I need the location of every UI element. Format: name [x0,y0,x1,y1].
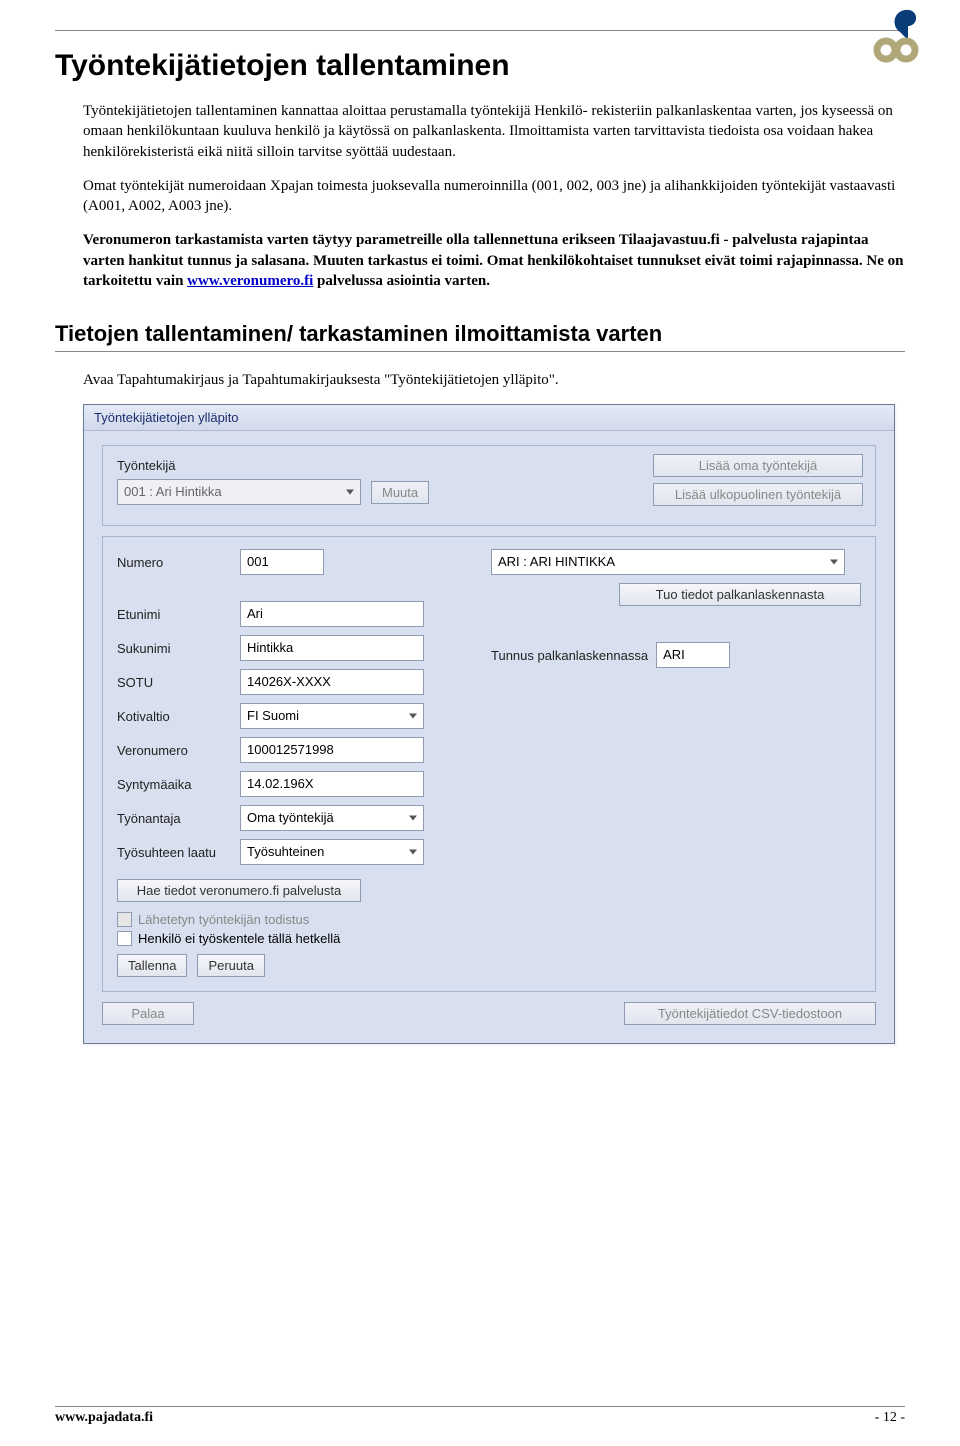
person-select[interactable]: ARI : ARI HINTIKKA [491,549,845,575]
intro-paragraph-1: Työntekijätietojen tallentaminen kannatt… [83,101,905,162]
tyosuhteen-laatu-label: Työsuhteen laatu [117,845,232,860]
numero-field[interactable]: 001 [240,549,324,575]
employee-details-group: Numero 001 Etunimi Ari Sukunimi Hintikka… [102,536,876,992]
tuo-tiedot-button[interactable]: Tuo tiedot palkanlaskennasta [619,583,861,606]
sotu-label: SOTU [117,675,232,690]
syntymaaika-label: Syntymäaika [117,777,232,792]
muuta-button[interactable]: Muuta [371,481,429,504]
window-title: Työntekijätietojen ylläpito [84,405,894,431]
numero-label: Numero [117,555,232,570]
etunimi-label: Etunimi [117,607,232,622]
veronumero-link[interactable]: www.veronumero.fi [187,273,313,289]
intro-paragraph-2: Omat työntekijät numeroidaan Xpajan toim… [83,176,905,217]
header-rule [55,30,905,31]
footer-url: www.pajadata.fi [55,1410,153,1426]
tyonantaja-select[interactable]: Oma työntekijä [240,805,424,831]
app-window: Työntekijätietojen ylläpito Työntekijä 0… [83,404,895,1044]
tyonantaja-label: Työnantaja [117,811,232,826]
veronumero-label: Veronumero [117,743,232,758]
tallenna-button[interactable]: Tallenna [117,954,187,977]
add-external-employee-button[interactable]: Lisää ulkopuolinen työntekijä [653,483,863,506]
tunnus-label: Tunnus palkanlaskennassa [491,648,648,663]
employee-select-group: Työntekijä 001 : Ari Hintikka Muuta Lisä… [102,445,876,526]
footer-page-number: - 12 - [875,1410,905,1426]
veronumero-field[interactable]: 100012571998 [240,737,424,763]
todistus-checkbox [117,912,132,927]
peruuta-button[interactable]: Peruuta [197,954,265,977]
hae-tiedot-button[interactable]: Hae tiedot veronumero.fi palvelusta [117,879,361,902]
ei-tyoskentele-checkbox[interactable] [117,931,132,946]
add-own-employee-button[interactable]: Lisää oma työntekijä [653,454,863,477]
page-title: Työntekijätietojen tallentaminen [55,49,905,83]
subheading-text: Avaa Tapahtumakirjaus ja Tapahtumakirjau… [83,370,905,390]
sukunimi-field[interactable]: Hintikka [240,635,424,661]
palaa-button[interactable]: Palaa [102,1002,194,1025]
sotu-field[interactable]: 14026X-XXXX [240,669,424,695]
ei-tyoskentele-checkbox-label: Henkilö ei työskentele tällä hetkellä [138,931,340,946]
logo [872,8,920,69]
tunnus-field[interactable]: ARI [656,642,730,668]
kotivaltio-label: Kotivaltio [117,709,232,724]
todistus-checkbox-label: Lähetetyn työntekijän todistus [138,912,309,927]
tyosuhteen-laatu-select[interactable]: Työsuhteinen [240,839,424,865]
subheading: Tietojen tallentaminen/ tarkastaminen il… [55,321,905,352]
etunimi-field[interactable]: Ari [240,601,424,627]
intro-paragraph-3: Veronumeron tarkastamista varten täytyy … [83,230,905,291]
syntymaaika-field[interactable]: 14.02.196X [240,771,424,797]
employee-select[interactable]: 001 : Ari Hintikka [117,479,361,505]
sukunimi-label: Sukunimi [117,641,232,656]
kotivaltio-select[interactable]: FI Suomi [240,703,424,729]
intro-paragraph-3b: palvelussa asiointia varten. [313,273,490,289]
csv-export-button[interactable]: Työntekijätiedot CSV-tiedostoon [624,1002,876,1025]
